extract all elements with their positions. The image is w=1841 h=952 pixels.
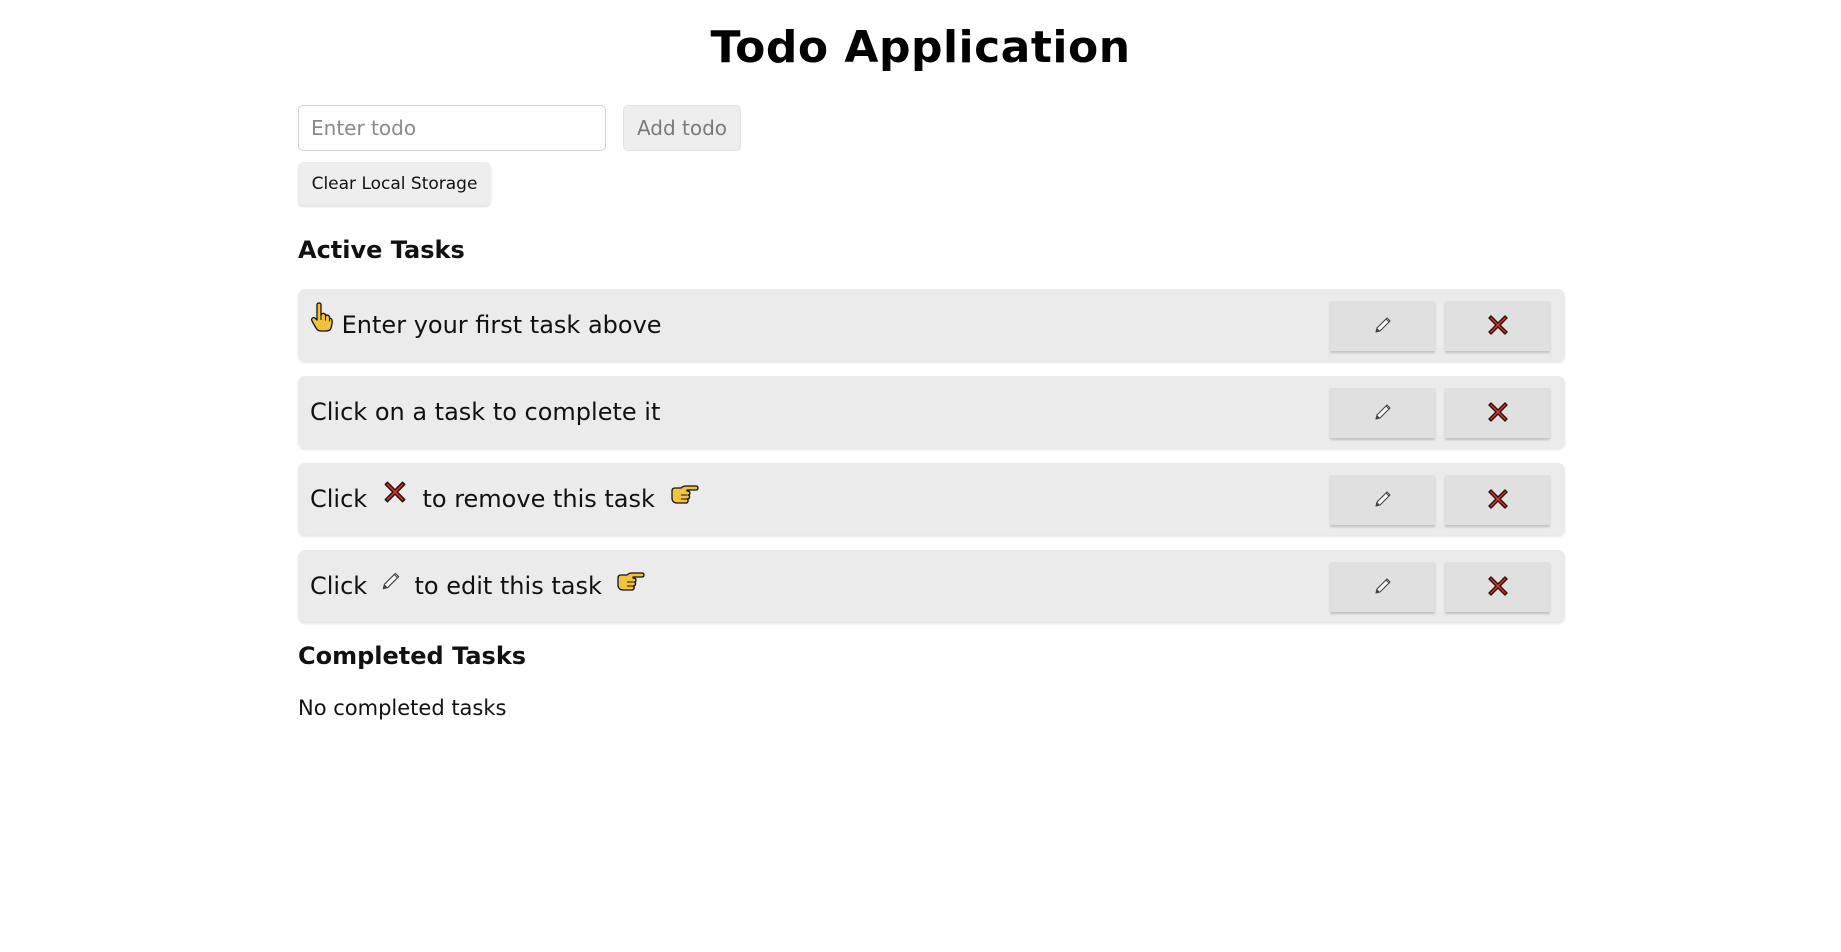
- cross-mark-icon: [1485, 399, 1511, 428]
- delete-task-button[interactable]: [1445, 301, 1550, 351]
- completed-tasks-heading: Completed Tasks: [298, 642, 527, 670]
- task-text: Click to remove this task: [310, 463, 699, 535]
- edit-task-button[interactable]: [1330, 562, 1435, 612]
- pencil-icon: [1372, 575, 1394, 600]
- pointing-right-hand-icon: [615, 549, 646, 621]
- delete-task-button[interactable]: [1445, 388, 1550, 438]
- task-row[interactable]: Enter your first task above: [298, 289, 1565, 361]
- task-text-prefix: Click: [310, 485, 368, 513]
- pencil-icon: [1372, 401, 1394, 426]
- task-text-main: to remove this task: [422, 485, 655, 513]
- cross-mark-icon: [1485, 312, 1511, 341]
- edit-task-button[interactable]: [1330, 301, 1435, 351]
- todo-input[interactable]: [298, 105, 606, 151]
- task-text-main: Click on a task to complete it: [310, 398, 661, 426]
- pencil-icon: [1372, 314, 1394, 339]
- no-completed-tasks-text: No completed tasks: [298, 696, 507, 720]
- pointing-right-hand-icon: [669, 462, 699, 534]
- page-title: Todo Application: [710, 22, 1131, 73]
- delete-task-button[interactable]: [1445, 475, 1550, 525]
- task-row[interactable]: Click on a task to complete it: [298, 376, 1565, 448]
- edit-task-button[interactable]: [1330, 388, 1435, 438]
- task-text-main: Enter your first task above: [341, 311, 662, 339]
- task-text: Click on a task to complete it: [310, 376, 660, 448]
- pencil-icon: [1372, 488, 1394, 513]
- task-text-prefix: Click: [310, 572, 368, 600]
- cross-mark-icon: [1485, 486, 1511, 515]
- add-todo-button[interactable]: Add todo: [623, 105, 741, 151]
- pointing-up-hand-icon: [310, 288, 334, 360]
- task-text-main: to edit this task: [414, 572, 602, 600]
- cross-mark-icon: [1485, 573, 1511, 602]
- task-row[interactable]: Click to edit this task: [298, 550, 1565, 622]
- cross-mark-icon: [381, 462, 409, 534]
- pencil-icon: [379, 549, 403, 621]
- delete-task-button[interactable]: [1445, 562, 1550, 612]
- task-text: Click to edit this task: [310, 549, 646, 622]
- task-text: Enter your first task above: [310, 289, 662, 361]
- active-task-list: Enter your first task above Click on a t…: [298, 289, 1565, 637]
- clear-local-storage-button[interactable]: Clear Local Storage: [298, 162, 491, 205]
- edit-task-button[interactable]: [1330, 475, 1435, 525]
- task-row[interactable]: Click to remove this task: [298, 463, 1565, 535]
- todo-app-page: Todo Application Add todo Clear Local St…: [0, 0, 1841, 952]
- active-tasks-heading: Active Tasks: [298, 236, 465, 264]
